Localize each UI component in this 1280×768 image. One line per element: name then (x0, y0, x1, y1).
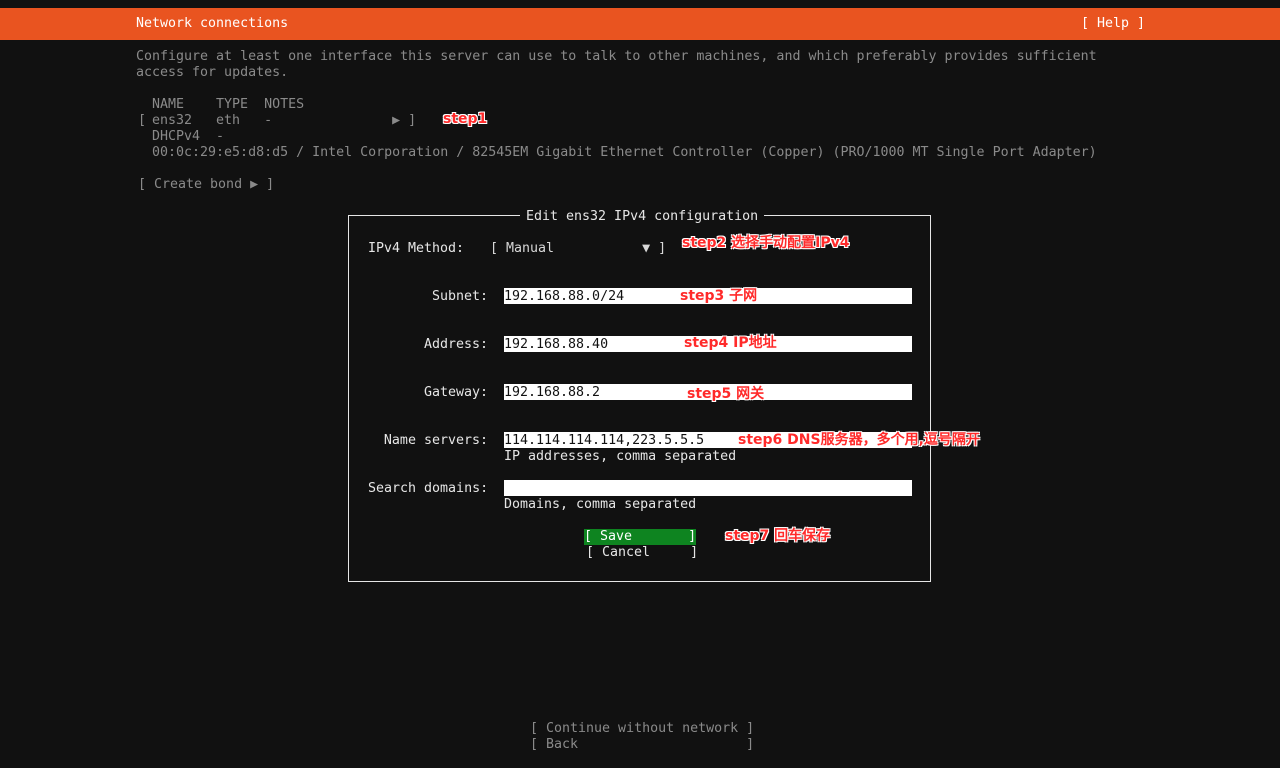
interface-row-bracket: [ (138, 113, 147, 128)
ipv4-method-label: IPv4 Method: (368, 241, 465, 256)
back-button[interactable]: [ Back ] (530, 737, 754, 753)
interface-row-ens32[interactable]: ens32 eth - ▶ ] (152, 113, 416, 129)
annotation-step3: step3 子网 (680, 288, 758, 304)
search-domains-hint: Domains, comma separated (504, 497, 697, 512)
intro-line-2: access for updates. (136, 65, 289, 80)
interface-table-header: NAME TYPE NOTES (152, 97, 305, 112)
name-servers-label: Name servers: (383, 433, 488, 448)
interface-dhcp-status: DHCPv4 - (152, 129, 225, 144)
annotation-step7: step7 回车保存 (725, 528, 831, 544)
ipv4-method-select[interactable]: [ Manual ▼ ] (490, 241, 666, 257)
search-domains-input[interactable] (504, 480, 912, 496)
page-title: Network connections (136, 16, 289, 31)
address-label: Address: (423, 337, 488, 352)
header-bar: Network connections [ Help ] (0, 8, 1280, 40)
annotation-step1: step1 (443, 111, 488, 127)
gateway-label: Gateway: (423, 385, 488, 400)
intro-line-1: Configure at least one interface this se… (136, 49, 1097, 64)
continue-without-network-button[interactable]: [ Continue without network ] (530, 721, 754, 737)
cancel-button[interactable]: [ Cancel ] (586, 545, 698, 561)
annotation-step5: step5 网关 (687, 386, 765, 402)
name-servers-hint: IP addresses, comma separated (504, 449, 737, 464)
help-button[interactable]: [ Help ] (1081, 16, 1145, 32)
search-domains-label: Search domains: (368, 481, 489, 496)
interface-hardware-info: 00:0c:29:e5:d8:d5 / Intel Corporation / … (152, 145, 1097, 160)
create-bond-button[interactable]: [ Create bond ▶ ] (138, 177, 274, 193)
dialog-title: Edit ens32 IPv4 configuration (520, 209, 765, 225)
subnet-label: Subnet: (431, 289, 488, 304)
annotation-step6: step6 DNS服务器，多个用,逗号隔开 (738, 432, 980, 448)
annotation-step2: step2 选择手动配置IPv4 (682, 235, 850, 251)
annotation-step4: step4 IP地址 (684, 335, 777, 351)
save-button[interactable]: [ Save ] (584, 529, 696, 545)
